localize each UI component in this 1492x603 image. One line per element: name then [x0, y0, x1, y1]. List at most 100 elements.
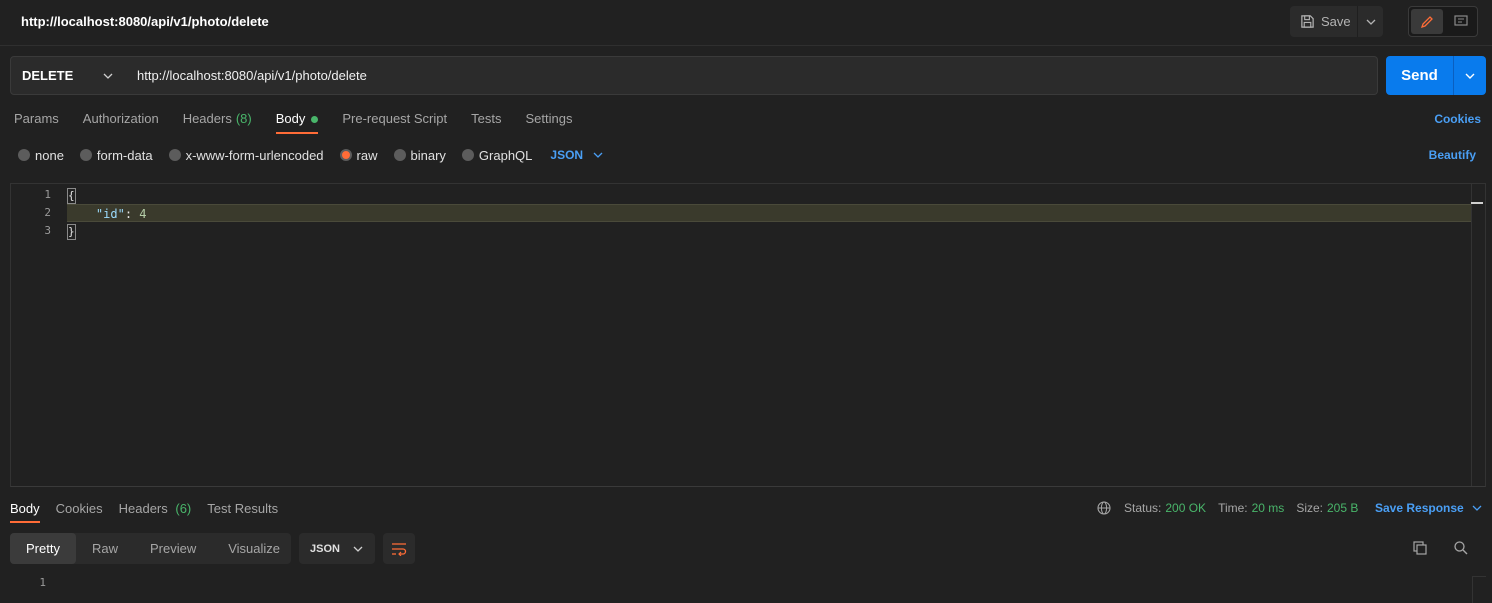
json-colon: : [124, 207, 140, 221]
tab-params[interactable]: Params [14, 104, 59, 134]
tab-headers-label: Headers [182, 111, 232, 126]
body-type-urlencoded-label: x-www-form-urlencoded [185, 147, 324, 163]
tab-pre-request-script[interactable]: Pre-request Script [342, 104, 447, 134]
line-number: 1 [44, 188, 51, 201]
pencil-icon [1420, 15, 1433, 28]
response-tab-headers-count: (6) [175, 501, 192, 516]
line-number-gutter: 1 2 3 [11, 186, 51, 240]
response-tab-cookies[interactable]: Cookies [56, 493, 103, 523]
body-indicator-dot [311, 116, 319, 123]
view-raw[interactable]: Raw [76, 533, 134, 564]
response-status-bar: Status: 200 OK Time: 20 ms Size: 205 B [1097, 501, 1370, 515]
body-type-graphql[interactable]: GraphQL [461, 147, 533, 163]
time-value[interactable]: 20 ms [1252, 501, 1285, 515]
copy-icon[interactable] [1412, 540, 1428, 559]
chevron-down-icon [1366, 19, 1375, 25]
tab-authorization[interactable]: Authorization [83, 104, 159, 134]
code-line: } [67, 222, 1471, 240]
tab-settings[interactable]: Settings [525, 104, 572, 134]
response-view-switcher: Pretty Raw Preview Visualize [10, 533, 291, 564]
tab-body[interactable]: Body [275, 104, 319, 134]
tab-tests[interactable]: Tests [471, 104, 501, 134]
body-type-binary-label: binary [410, 147, 446, 163]
json-value: 4 [139, 207, 147, 221]
search-icon[interactable] [1453, 540, 1469, 559]
body-type-urlencoded[interactable]: x-www-form-urlencoded [168, 147, 324, 163]
body-type-none[interactable]: none [18, 148, 64, 163]
body-type-binary[interactable]: binary [393, 147, 446, 163]
body-type-graphql-label: GraphQL [478, 147, 533, 163]
wrap-lines-icon [392, 542, 407, 556]
size-label: Size: [1296, 501, 1323, 515]
code-area[interactable]: { "id": 4 } [67, 186, 1471, 240]
radio-none[interactable] [18, 149, 30, 161]
save-options-button[interactable] [1358, 19, 1383, 25]
send-button[interactable]: Send [1386, 56, 1453, 95]
edit-mode-button[interactable] [1411, 9, 1443, 34]
body-type-form-data[interactable]: form-data [79, 147, 153, 163]
radio-form-data[interactable] [79, 149, 92, 161]
body-type-raw[interactable]: raw [339, 147, 378, 163]
url-input[interactable]: http://localhost:8080/api/v1/photo/delet… [125, 56, 1378, 95]
beautify-link[interactable]: Beautify [1429, 148, 1476, 162]
method-select[interactable]: DELETE [10, 56, 126, 95]
radio-urlencoded[interactable] [168, 149, 181, 161]
response-tab-headers[interactable]: Headers (6) [119, 493, 192, 523]
body-type-none-label: none [35, 147, 64, 163]
line-number: 3 [44, 224, 51, 237]
response-body-viewer[interactable]: 1 [10, 572, 1486, 603]
chevron-down-icon [353, 546, 363, 552]
tab-body-label: Body [275, 111, 306, 126]
cookies-link[interactable]: Cookies [1434, 112, 1481, 126]
chevron-down-icon [593, 152, 603, 158]
radio-graphql[interactable] [461, 149, 474, 161]
method-label: DELETE [22, 68, 74, 83]
request-tabs: Params Authorization Headers (8) Body Pr… [14, 104, 596, 134]
globe-icon[interactable] [1097, 501, 1111, 515]
response-tab-test-results[interactable]: Test Results [207, 493, 278, 523]
code-line: { [67, 186, 1471, 204]
status-label: Status: [1124, 501, 1162, 515]
comments-mode-button[interactable] [1445, 7, 1477, 36]
tab-headers[interactable]: Headers (8) [183, 104, 252, 134]
code-line-current: "id": 4 [67, 204, 1471, 222]
close-brace: } [67, 224, 76, 240]
size-value[interactable]: 205 B [1327, 501, 1358, 515]
chevron-down-icon [103, 73, 113, 79]
view-pretty[interactable]: Pretty [10, 533, 76, 564]
body-type-form-data-label: form-data [96, 147, 153, 163]
body-type-raw-label: raw [356, 147, 378, 163]
comment-icon [1454, 15, 1468, 26]
line-number: 2 [44, 206, 51, 219]
response-tab-body[interactable]: Body [10, 493, 40, 523]
status-value[interactable]: 200 OK [1165, 501, 1206, 515]
view-preview[interactable]: Preview [134, 533, 212, 564]
body-language-select[interactable]: JSON [550, 148, 603, 162]
radio-binary[interactable] [393, 149, 406, 161]
response-tab-headers-label: Headers [118, 501, 168, 516]
scroll-position-marker [1471, 202, 1483, 204]
response-tabs: Body Cookies Headers (6) Test Results [10, 493, 294, 523]
save-button[interactable]: Save [1290, 6, 1357, 37]
time-label: Time: [1218, 501, 1248, 515]
response-language-select[interactable]: JSON [299, 533, 375, 564]
save-icon [1301, 15, 1314, 28]
view-visualize[interactable]: Visualize [212, 533, 296, 564]
request-body-editor[interactable]: 1 2 3 { "id": 4 } [10, 183, 1486, 487]
chevron-down-icon [1472, 505, 1482, 511]
chevron-down-icon [1465, 73, 1475, 79]
save-response-button[interactable]: Save Response [1375, 501, 1482, 515]
request-title[interactable]: http://localhost:8080/api/v1/photo/delet… [21, 14, 269, 29]
tab-headers-count: (8) [235, 111, 252, 126]
editor-scrollbar[interactable] [1471, 184, 1485, 486]
radio-raw[interactable] [339, 149, 352, 161]
save-button-group: Save [1290, 6, 1383, 37]
wrap-lines-button[interactable] [383, 533, 415, 564]
send-button-group: Send [1386, 56, 1486, 95]
send-options-button[interactable] [1454, 56, 1486, 95]
body-type-selector: none form-data x-www-form-urlencoded raw… [18, 146, 603, 164]
json-key: "id" [95, 207, 125, 221]
open-brace: { [67, 188, 76, 204]
response-scrollbar[interactable] [1472, 576, 1486, 603]
url-input-value: http://localhost:8080/api/v1/photo/delet… [137, 68, 367, 83]
